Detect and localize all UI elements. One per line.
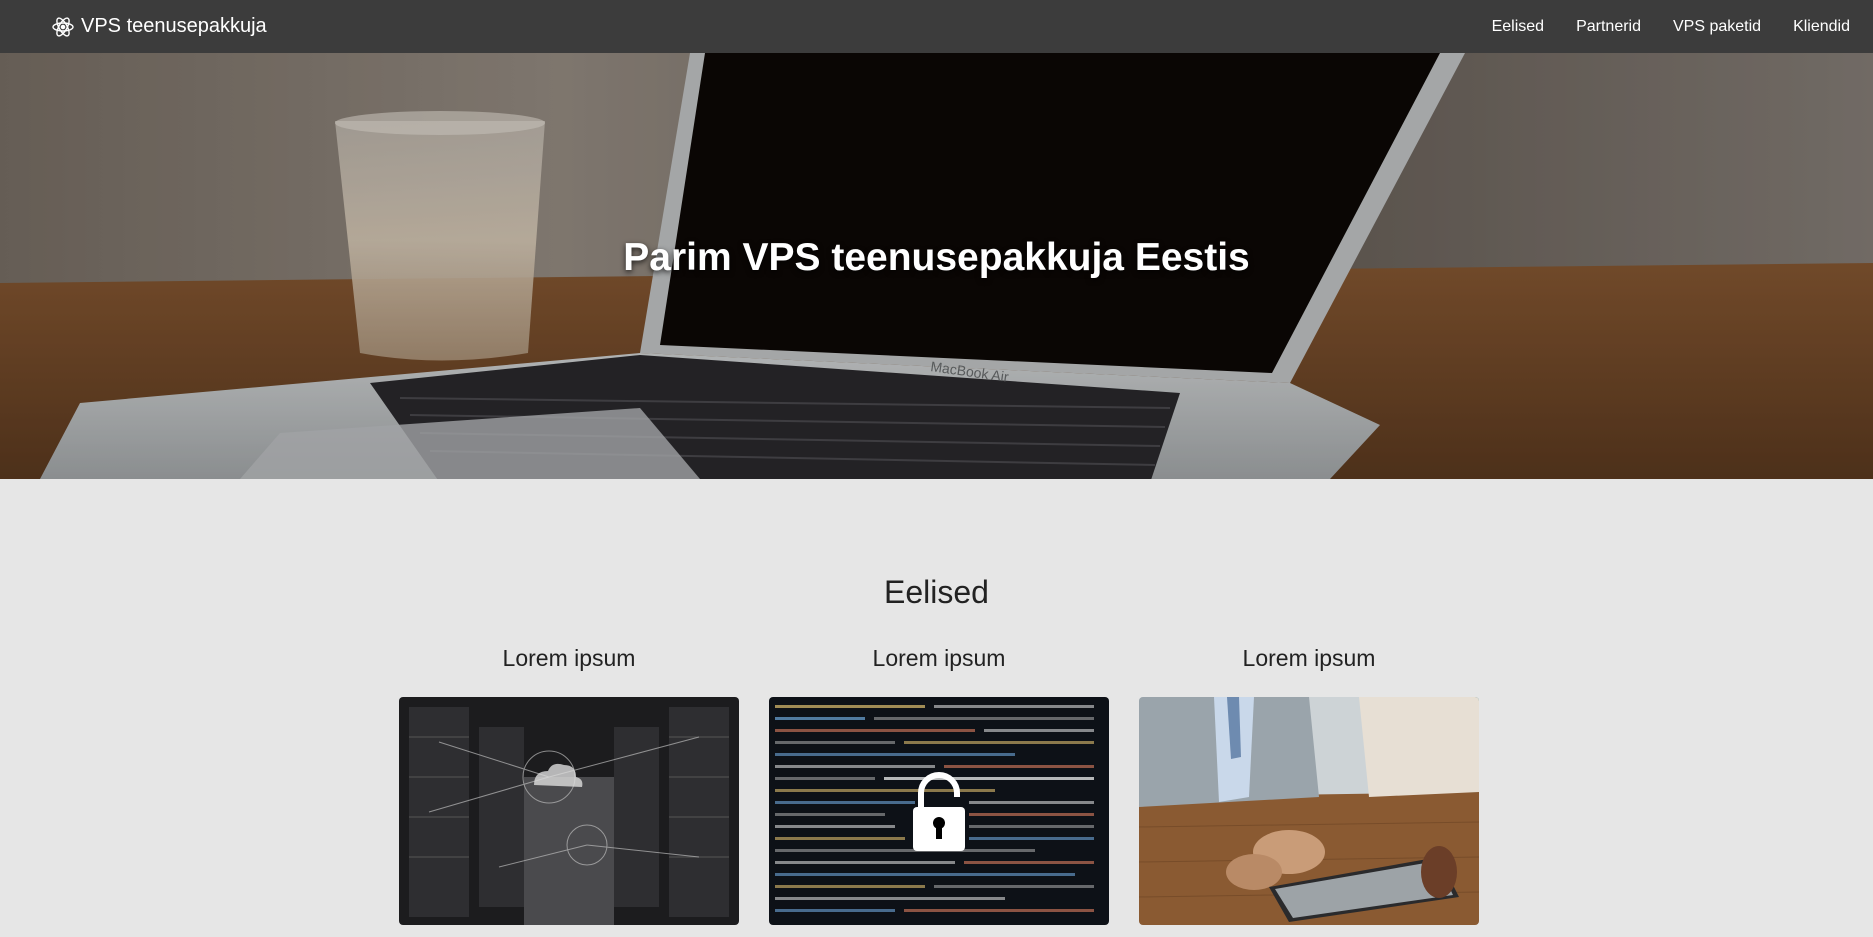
hero-banner: MacBook Air Parim VPS teenusepakkuja Ees… [0,53,1873,479]
brand-label: VPS teenusepakkuja [81,15,267,37]
hero-title: Parim VPS teenusepakkuja Eestis [623,236,1250,279]
nav-link-partnerid[interactable]: Partnerid [1576,18,1641,36]
navbar: VPS teenusepakkuja Eelised Partnerid VPS… [0,0,1873,53]
nav-links: Eelised Partnerid VPS paketid Kliendid [1492,18,1850,36]
server-room-cloud-image [399,697,739,925]
card-title: Lorem ipsum [872,645,1006,671]
nav-link-kliendid[interactable]: Kliendid [1793,18,1850,36]
code-padlock-image [769,697,1109,925]
nav-link-eelised[interactable]: Eelised [1492,18,1544,36]
atom-icon [52,16,74,37]
feature-card: Lorem ipsum [1139,645,1479,925]
section-title-eelised: Eelised [884,574,989,610]
feature-card: Lorem ipsum [769,645,1109,925]
business-tablet-image [1139,697,1479,925]
card-title: Lorem ipsum [1242,645,1376,671]
brand-link[interactable]: VPS teenusepakkuja [51,15,267,39]
nav-link-vps-paketid[interactable]: VPS paketid [1673,18,1761,36]
card-title: Lorem ipsum [502,645,636,671]
feature-card: Lorem ipsum [399,645,739,925]
